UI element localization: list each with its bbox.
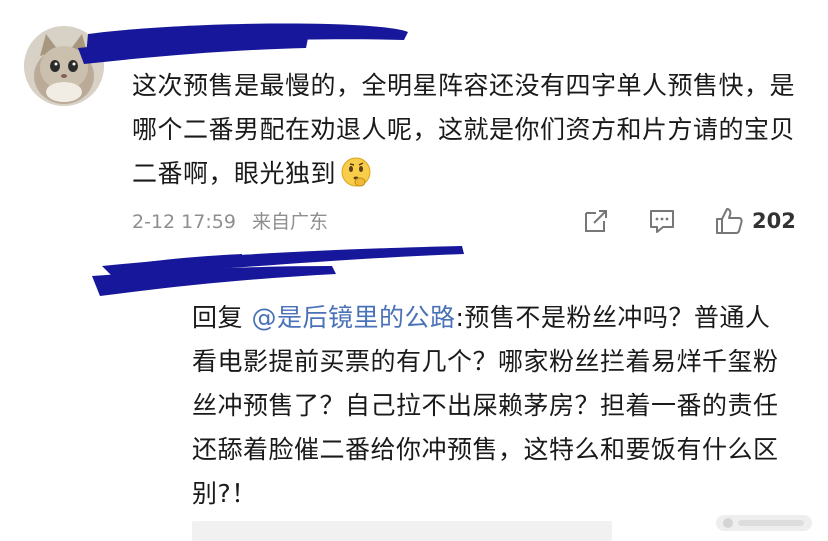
- watermark-icon: [716, 515, 812, 531]
- comment-body: 这次预售是最慢的，全明星阵容还没有四字单人预售快，是哪个二番男配在劝退人呢，这就…: [132, 71, 796, 188]
- share-button[interactable]: [582, 204, 610, 238]
- comment-text: 这次预售是最慢的，全明星阵容还没有四字单人预售快，是哪个二番男配在劝退人呢，这就…: [132, 64, 804, 196]
- more-replies-bar[interactable]: [192, 521, 612, 541]
- avatar[interactable]: [24, 26, 104, 106]
- share-icon: [585, 210, 607, 232]
- comment-time: 2-12 17:59: [132, 211, 236, 233]
- comment-source: 来自广东: [251, 211, 328, 233]
- reply-prefix: 回复: [192, 303, 252, 332]
- reply-text: 回复 @是后镜里的公路:预售不是粉丝冲吗？普通人看电影提前买票的有几个？哪家粉丝…: [192, 296, 792, 516]
- reply-button[interactable]: [648, 204, 676, 238]
- redaction-reply-author: [92, 246, 464, 296]
- mention-link[interactable]: @是后镜里的公路: [251, 303, 455, 332]
- like-count: 202: [752, 209, 796, 233]
- cat-avatar-icon: [24, 26, 104, 106]
- comment-meta: 2-12 17:59 来自广东: [132, 207, 328, 234]
- reply-body: :预售不是粉丝冲吗？普通人看电影提前买票的有几个？哪家粉丝拦着易烊千玺粉丝冲预售…: [192, 303, 779, 508]
- like-button[interactable]: 202: [714, 204, 796, 238]
- thinking-face-icon: [340, 156, 372, 188]
- thumbs-up-icon: [716, 208, 743, 234]
- comment-thread: 这次预售是最慢的，全明星阵容还没有四字单人预售快，是哪个二番男配在劝退人呢，这就…: [0, 0, 828, 541]
- watermark: [714, 510, 814, 536]
- comment-icon: [650, 210, 674, 233]
